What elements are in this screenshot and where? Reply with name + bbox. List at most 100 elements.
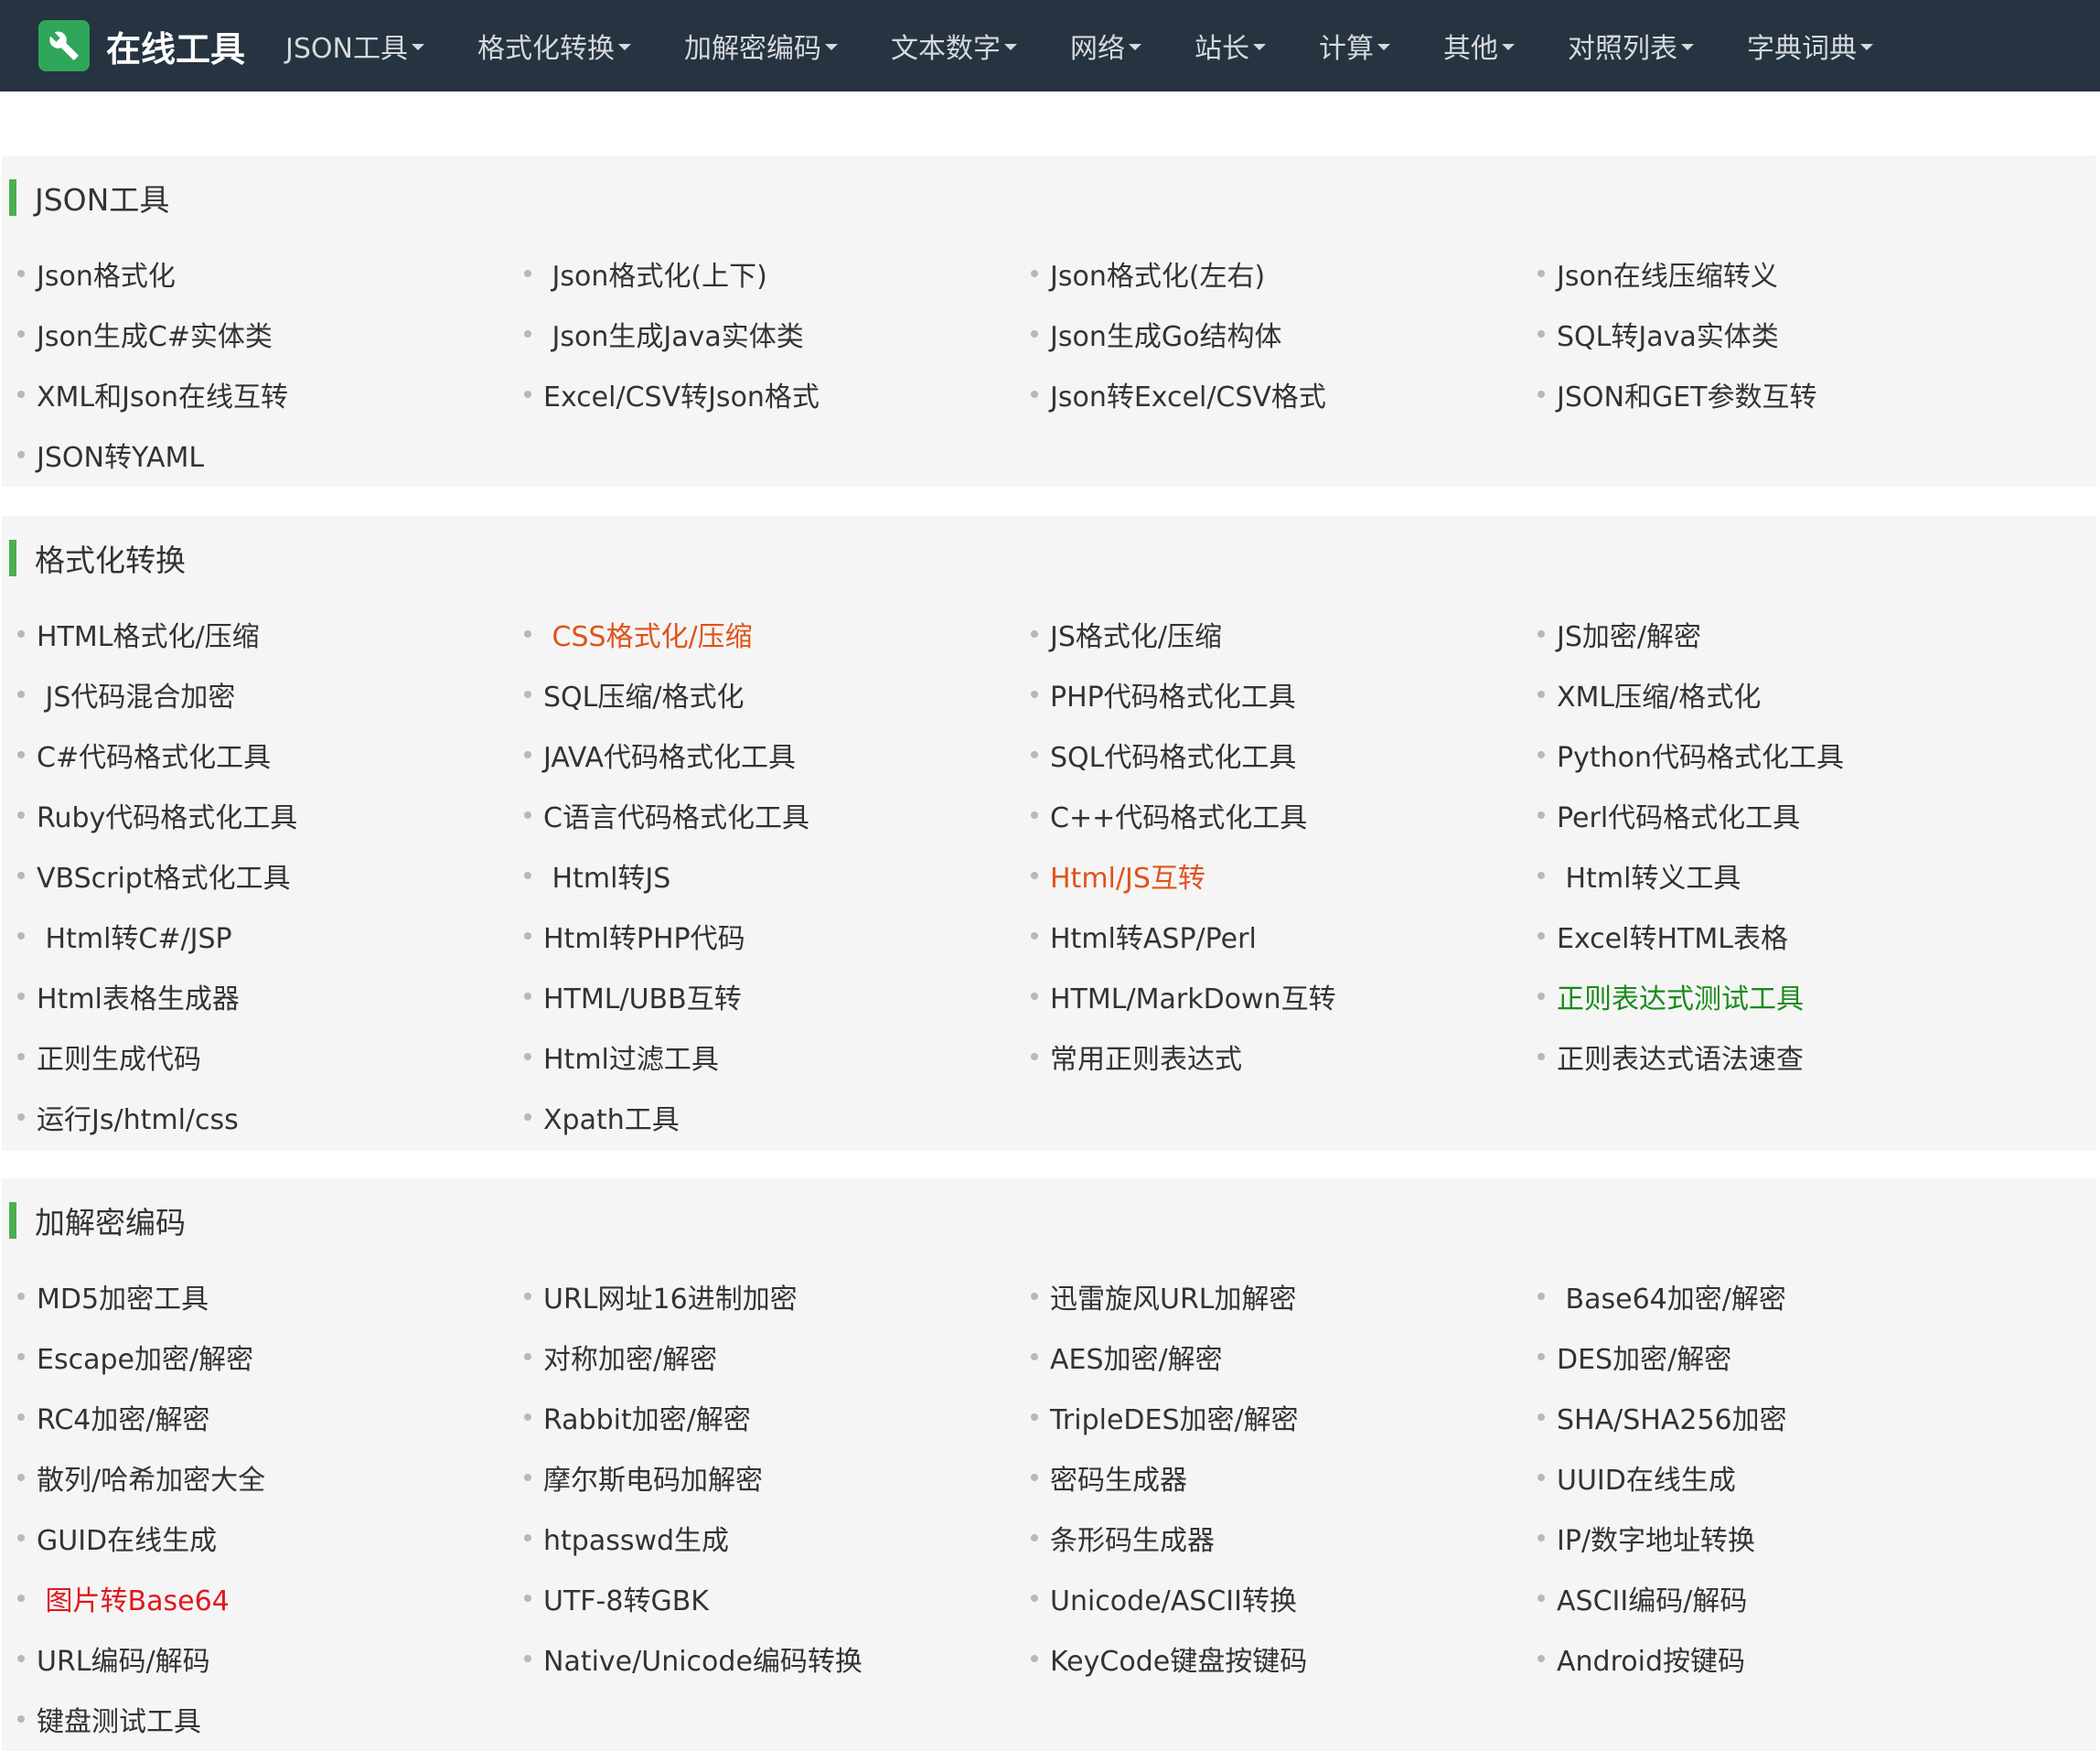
tool-link[interactable]: Html转C#/JSP (2, 906, 509, 966)
tool-link[interactable]: 正则生成代码 (2, 1026, 509, 1087)
tool-link[interactable]: 密码生成器 (1015, 1447, 1522, 1508)
tool-link[interactable]: VBScript格式化工具 (2, 845, 509, 906)
tool-link[interactable]: JS格式化/压缩 (1015, 604, 1522, 664)
tool-link[interactable]: 对称加密/解密 (509, 1327, 1015, 1387)
tool-link[interactable]: MD5加密工具 (2, 1266, 509, 1327)
tool-link[interactable]: UUID在线生成 (1522, 1447, 2029, 1508)
tool-link[interactable]: Json在线压缩转义 (1522, 243, 2029, 304)
tool-link[interactable]: Excel转HTML表格 (1522, 906, 2029, 966)
tool-link[interactable]: Html转PHP代码 (509, 906, 1015, 966)
tool-link[interactable]: SQL转Java实体类 (1522, 304, 2029, 364)
tool-link[interactable]: C++代码格式化工具 (1015, 785, 1522, 845)
tool-link[interactable]: htpasswd生成 (509, 1508, 1015, 1568)
tool-link[interactable]: Rabbit加密/解密 (509, 1387, 1015, 1447)
tool-link-label: 对称加密/解密 (543, 1344, 718, 1376)
nav-menu-label: 字典词典 (1746, 33, 1857, 65)
tool-link[interactable]: 正则表达式测试工具 (1522, 966, 2029, 1026)
tool-link[interactable]: Unicode/ASCII转换 (1015, 1568, 1522, 1628)
nav-menu-item[interactable]: 对照列表 (1568, 26, 1694, 66)
tool-link[interactable]: C#代码格式化工具 (2, 725, 509, 785)
nav-menu-item[interactable]: 网络 (1070, 26, 1141, 66)
nav-menu-item[interactable]: 文本数字 (891, 26, 1017, 66)
tool-link[interactable]: URL网址16进制加密 (509, 1266, 1015, 1327)
tool-link[interactable]: SHA/SHA256加密 (1522, 1387, 2029, 1447)
tool-link[interactable]: 常用正则表达式 (1015, 1026, 1522, 1087)
nav-menu-label: 计算 (1318, 33, 1374, 65)
tool-link[interactable]: 条形码生成器 (1015, 1508, 1522, 1568)
tool-link[interactable]: PHP代码格式化工具 (1015, 664, 1522, 725)
nav-menu-item[interactable]: 加解密编码 (684, 26, 838, 66)
tool-link[interactable]: Json转Excel/CSV格式 (1015, 364, 1522, 424)
tool-link[interactable]: Html转义工具 (1522, 845, 2029, 906)
tool-link[interactable]: Xpath工具 (509, 1087, 1015, 1147)
tool-link[interactable]: HTML/UBB互转 (509, 966, 1015, 1026)
tool-link[interactable]: Html转ASP/Perl (1015, 906, 1522, 966)
tool-link[interactable]: 摩尔斯电码加解密 (509, 1447, 1015, 1508)
tool-link[interactable]: HTML格式化/压缩 (2, 604, 509, 664)
tool-link[interactable]: C语言代码格式化工具 (509, 785, 1015, 845)
tool-link[interactable]: Json格式化 (2, 243, 509, 304)
tool-link[interactable]: RC4加密/解密 (2, 1387, 509, 1447)
nav-menu-item[interactable]: 计算 (1319, 26, 1390, 66)
tool-link[interactable]: URL编码/解码 (2, 1628, 509, 1689)
tool-link[interactable]: ASCII编码/解码 (1522, 1568, 2029, 1628)
tool-link[interactable]: Base64加密/解密 (1522, 1266, 2029, 1327)
link-grid: Json格式化 Json格式化(上下) Json格式化(左右) Json在线压缩转义… (2, 243, 2096, 485)
tool-link-label: RC4加密/解密 (37, 1404, 210, 1436)
tool-link[interactable]: JAVA代码格式化工具 (509, 725, 1015, 785)
tool-link[interactable]: Native/Unicode编码转换 (509, 1628, 1015, 1689)
tool-link[interactable]: SQL压缩/格式化 (509, 664, 1015, 725)
tool-link[interactable]: AES加密/解密 (1015, 1327, 1522, 1387)
tool-link-label: KeyCode键盘按键码 (1050, 1646, 1308, 1678)
nav-menu-label: 其他 (1442, 33, 1498, 65)
tool-link[interactable]: 散列/哈希加密大全 (2, 1447, 509, 1508)
section-accent-bar (9, 1202, 16, 1239)
tool-link[interactable]: Json生成Go结构体 (1015, 304, 1522, 364)
tool-link[interactable]: UTF-8转GBK (509, 1568, 1015, 1628)
tool-link[interactable]: JS代码混合加密 (2, 664, 509, 725)
tool-link-label: Json格式化(左右) (1050, 261, 1266, 293)
tool-link[interactable]: Html表格生成器 (2, 966, 509, 1026)
tool-link[interactable]: XML压缩/格式化 (1522, 664, 2029, 725)
tool-link[interactable]: Perl代码格式化工具 (1522, 785, 2029, 845)
tool-link[interactable]: HTML/MarkDown互转 (1015, 966, 1522, 1026)
nav-menu-item[interactable]: 其他 (1443, 26, 1515, 66)
nav-menu-item[interactable]: 字典词典 (1747, 26, 1873, 66)
tool-link[interactable]: DES加密/解密 (1522, 1327, 2029, 1387)
tool-link[interactable]: JS加密/解密 (1522, 604, 2029, 664)
tool-link[interactable]: Escape加密/解密 (2, 1327, 509, 1387)
tool-link[interactable]: Android按键码 (1522, 1628, 2029, 1689)
tool-link[interactable]: TripleDES加密/解密 (1015, 1387, 1522, 1447)
brand-logo-link[interactable]: 在线工具 (38, 20, 245, 71)
tool-link[interactable]: KeyCode键盘按键码 (1015, 1628, 1522, 1689)
tool-link[interactable]: JSON转YAML (2, 424, 509, 485)
tool-link[interactable]: XML和Json在线互转 (2, 364, 509, 424)
tool-link-label: Python代码格式化工具 (1557, 742, 1844, 774)
tool-link[interactable]: Json生成C#实体类 (2, 304, 509, 364)
tool-link[interactable]: JSON和GET参数互转 (1522, 364, 2029, 424)
tool-link[interactable]: Ruby代码格式化工具 (2, 785, 509, 845)
tool-link-label: Native/Unicode编码转换 (543, 1646, 862, 1678)
tool-link[interactable]: SQL代码格式化工具 (1015, 725, 1522, 785)
tool-link[interactable]: IP/数字地址转换 (1522, 1508, 2029, 1568)
tool-link[interactable]: 图片转Base64 (2, 1568, 509, 1628)
tool-link[interactable]: 运行Js/html/css (2, 1087, 509, 1147)
tool-link[interactable]: 正则表达式语法速查 (1522, 1026, 2029, 1087)
nav-menu-item[interactable]: 站长 (1195, 26, 1266, 66)
tool-link[interactable]: Html/JS互转 (1015, 845, 1522, 906)
tool-link[interactable]: Excel/CSV转Json格式 (509, 364, 1015, 424)
tool-link[interactable]: Python代码格式化工具 (1522, 725, 2029, 785)
tool-link[interactable]: CSS格式化/压缩 (509, 604, 1015, 664)
tool-link[interactable]: Html过滤工具 (509, 1026, 1015, 1087)
tool-link[interactable]: Html转JS (509, 845, 1015, 906)
nav-menu-item[interactable]: 格式化转换 (477, 26, 631, 66)
nav-menu-item[interactable]: JSON工具 (285, 26, 424, 66)
tool-link-label: UTF-8转GBK (543, 1585, 709, 1617)
nav-menu-label: JSON工具 (285, 33, 408, 65)
tool-link[interactable]: Json格式化(上下) (509, 243, 1015, 304)
tool-link[interactable]: Json格式化(左右) (1015, 243, 1522, 304)
tool-link[interactable]: GUID在线生成 (2, 1508, 509, 1568)
tool-link[interactable]: 迅雷旋风URL加解密 (1015, 1266, 1522, 1327)
tool-link[interactable]: Json生成Java实体类 (509, 304, 1015, 364)
tool-link[interactable]: 键盘测试工具 (2, 1689, 509, 1749)
